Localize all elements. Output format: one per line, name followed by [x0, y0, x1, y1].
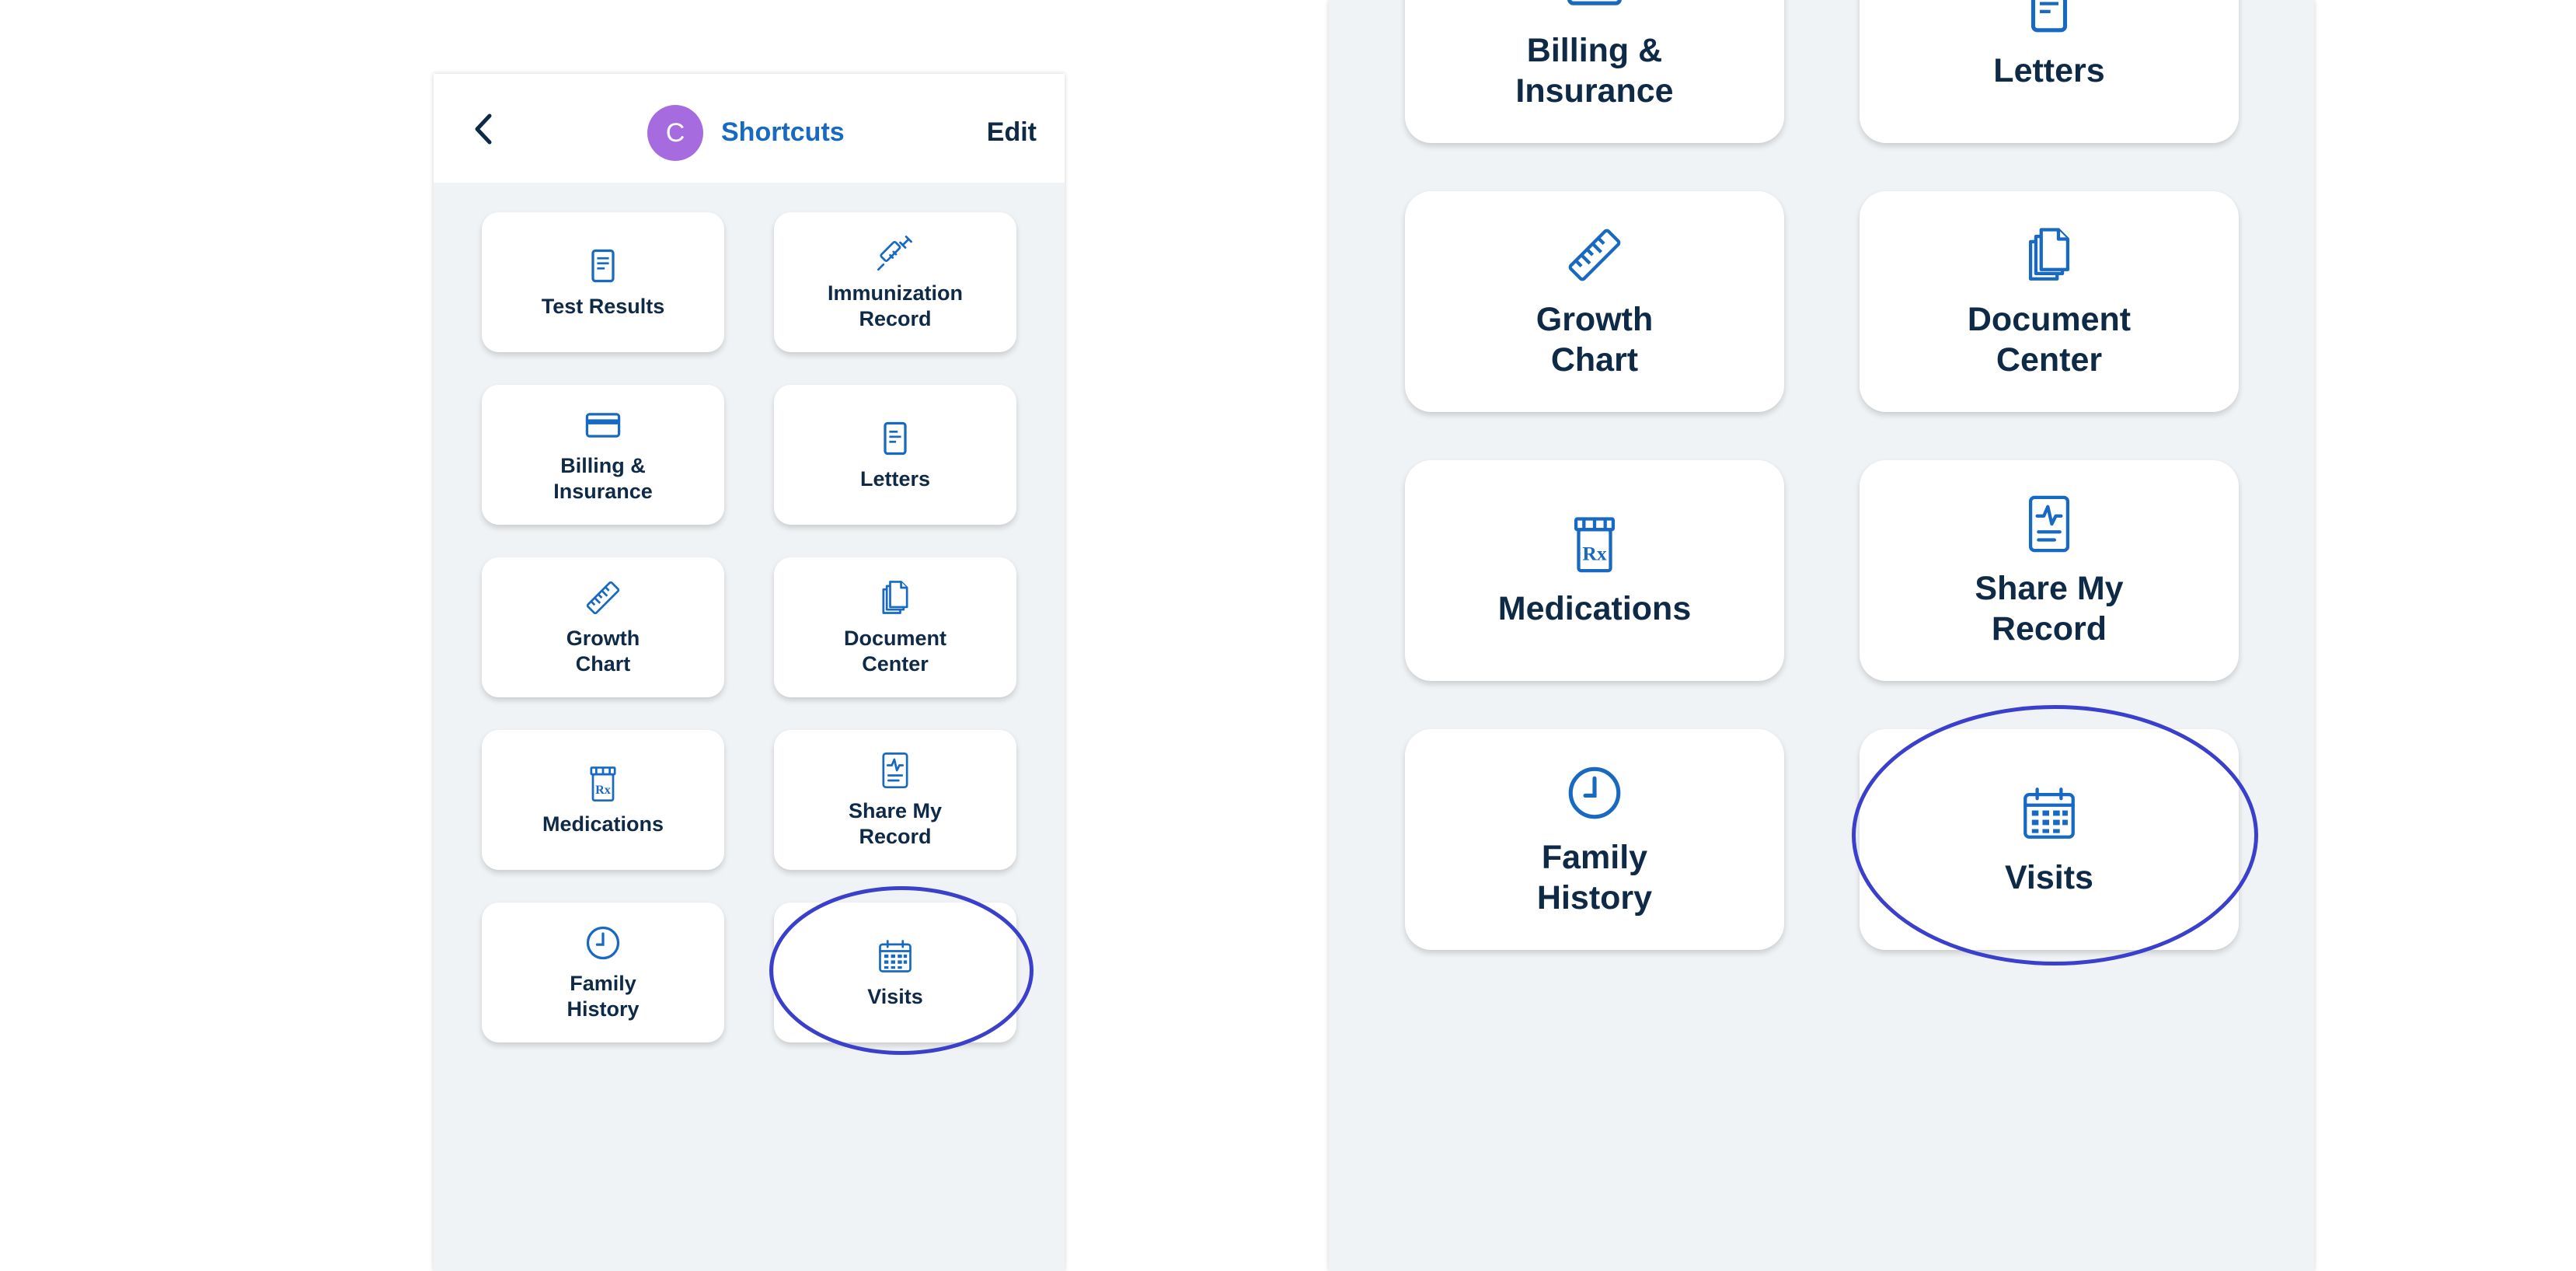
chevron-left-icon[interactable]: [465, 110, 504, 148]
credit-card-icon: [583, 405, 623, 445]
shortcut-family-history[interactable]: Family History: [1405, 729, 1784, 950]
shortcut-label: Letters: [1993, 52, 2105, 89]
shortcut-test-results[interactable]: Test Results: [482, 212, 724, 352]
ruler-icon: [1563, 223, 1626, 287]
shortcut-label: Family History: [566, 972, 640, 1021]
ruler-icon: [583, 578, 623, 618]
shortcut-growth-chart[interactable]: Growth Chart: [482, 557, 724, 697]
page-title: Shortcuts: [721, 117, 845, 147]
clock-icon: [583, 923, 623, 963]
shortcut-label: Visits: [867, 984, 923, 1008]
shortcut-label: Share My Record: [848, 799, 943, 848]
shortcut-label: Document Center: [843, 627, 946, 676]
edit-button[interactable]: Edit: [987, 113, 1037, 152]
health-record-icon: [2017, 492, 2081, 556]
clock-icon: [1563, 761, 1626, 825]
document-icon: [583, 246, 623, 286]
shortcut-share-my-record[interactable]: Share My Record: [1860, 460, 2239, 681]
shortcut-medications[interactable]: Medications: [482, 730, 724, 870]
shortcut-immunization-record[interactable]: Immunization Record: [774, 212, 1016, 352]
shortcut-label: Visits: [2005, 859, 2093, 896]
shortcut-label: Billing & Insurance: [553, 454, 653, 503]
credit-card-icon: [1563, 0, 1626, 18]
shortcut-visits[interactable]: Visits: [1860, 729, 2239, 950]
documents-icon: [2017, 223, 2081, 287]
shortcut-letters[interactable]: Letters: [774, 385, 1016, 525]
shortcuts-screen-zoomed: Billing & Insurance Letters Growth Chart…: [1329, 0, 2314, 1271]
calendar-icon: [875, 936, 915, 976]
shortcut-label: Share My Record: [1975, 570, 2124, 648]
calendar-icon: [2017, 781, 2081, 845]
avatar[interactable]: C: [647, 105, 703, 161]
shortcut-growth-chart[interactable]: Growth Chart: [1405, 191, 1784, 412]
shortcut-label: Immunization Record: [828, 281, 963, 330]
shortcut-label: Letters: [859, 466, 931, 491]
shortcut-label: Family History: [1536, 839, 1653, 917]
shortcut-label: Billing & Insurance: [1515, 32, 1674, 110]
shortcut-label: Medications: [1497, 590, 1692, 627]
shortcut-billing-insurance[interactable]: Billing & Insurance: [482, 385, 724, 525]
letter-icon: [2017, 0, 2081, 38]
documents-icon: [875, 578, 915, 618]
health-record-icon: [875, 750, 915, 791]
shortcut-label: Medications: [542, 812, 664, 836]
shortcut-label: Document Center: [1967, 301, 2132, 379]
shortcut-label: Test Results: [541, 294, 665, 318]
shortcut-medications[interactable]: Medications: [1405, 460, 1784, 681]
shortcut-label: Growth Chart: [1535, 301, 1654, 379]
letter-icon: [875, 418, 915, 459]
shortcuts-screen: C Shortcuts Edit Test Results Immunizati…: [434, 74, 1065, 1271]
shortcut-visits[interactable]: Visits: [774, 903, 1016, 1042]
shortcut-letters[interactable]: Letters: [1860, 0, 2239, 143]
shortcut-document-center[interactable]: Document Center: [1860, 191, 2239, 412]
app-header: C Shortcuts Edit: [434, 74, 1065, 183]
shortcut-billing-insurance[interactable]: Billing & Insurance: [1405, 0, 1784, 143]
shortcut-label: Growth Chart: [566, 627, 640, 676]
shortcut-share-my-record[interactable]: Share My Record: [774, 730, 1016, 870]
pill-bottle-icon: [1563, 512, 1626, 576]
pill-bottle-icon: [583, 763, 623, 804]
syringe-icon: [875, 232, 915, 273]
shortcut-document-center[interactable]: Document Center: [774, 557, 1016, 697]
shortcut-family-history[interactable]: Family History: [482, 903, 724, 1042]
